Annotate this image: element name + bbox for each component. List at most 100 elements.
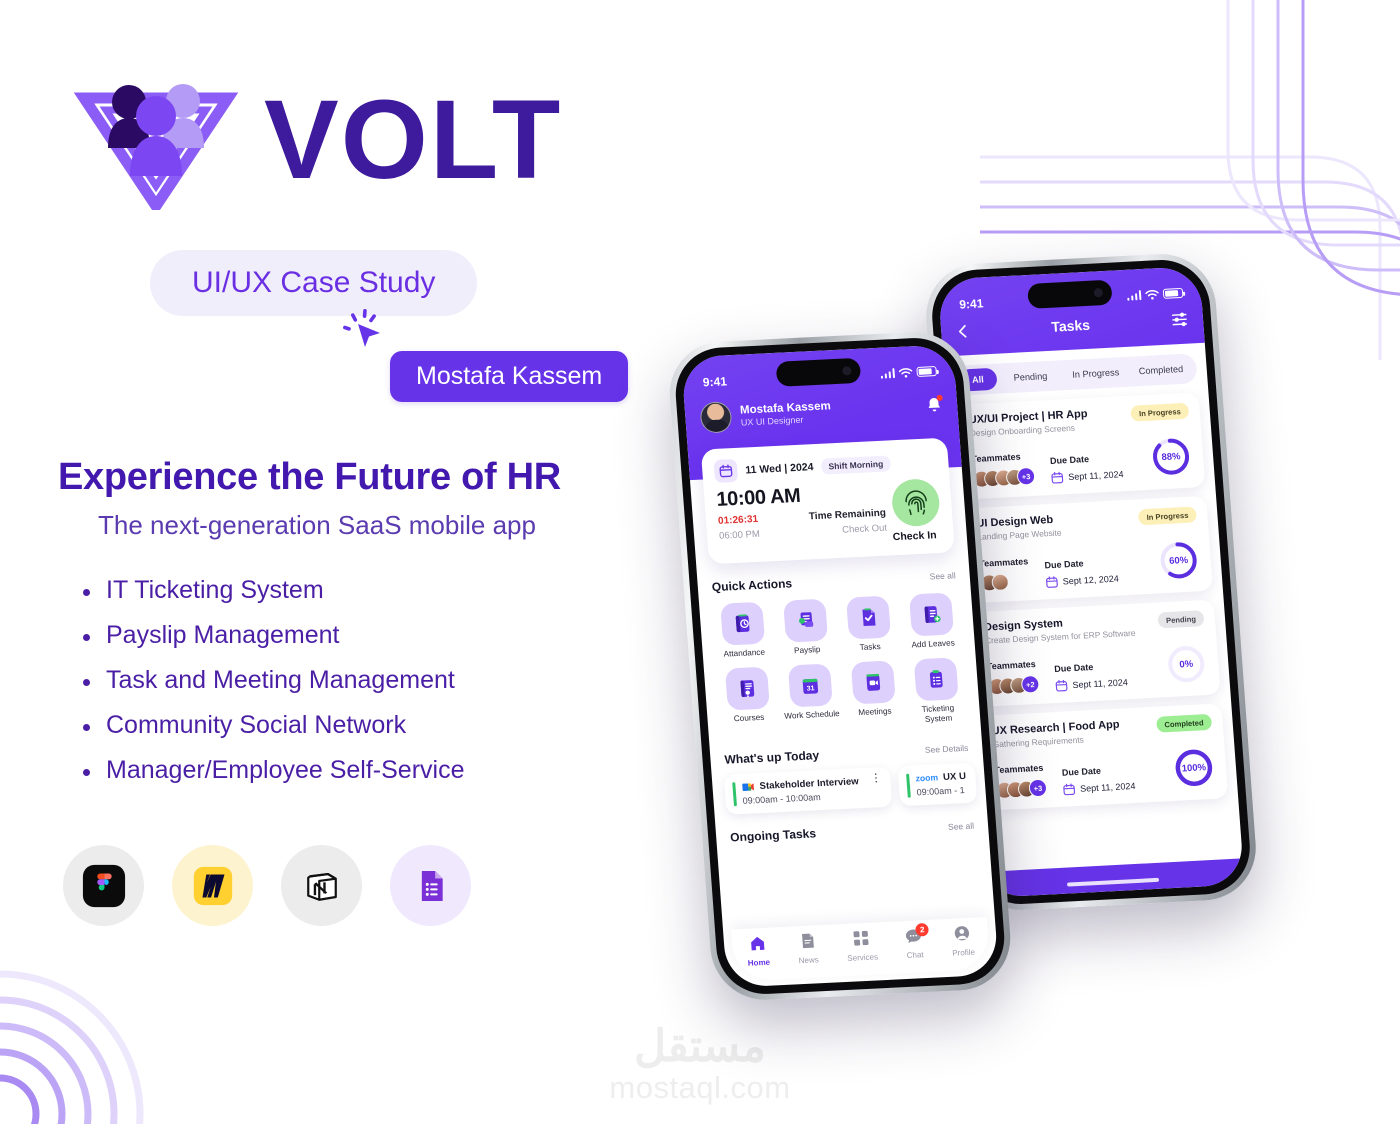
event-card[interactable]: zoom UX U 09:00am - 1 [897, 762, 977, 806]
time-remaining-label: Time Remaining [808, 507, 887, 523]
page-title: Experience the Future of HR [58, 456, 561, 498]
notifications-button[interactable] [925, 394, 943, 418]
tab-completed[interactable]: Completed [1129, 357, 1194, 382]
avatar-stack [980, 572, 1030, 592]
quick-action-label: Meetings [857, 706, 892, 717]
due-date-value: Sept 11, 2024 [1072, 677, 1129, 691]
due-date-value: Sept 11, 2024 [1079, 780, 1136, 794]
tab-pending[interactable]: Pending [998, 364, 1063, 389]
cellular-bars-icon [880, 368, 896, 379]
task-card[interactable]: Design System Create Design System for E… [971, 599, 1221, 708]
task-card[interactable]: UX/UI Project | HR App Design Onboarding… [956, 392, 1206, 500]
quick-action-meetings[interactable]: Meetings [842, 660, 906, 728]
notion-icon [281, 845, 362, 926]
poster-canvas: VOLT UI/UX Case Study Mostafa Kassem Exp… [0, 0, 1400, 1124]
nav-news[interactable]: News [797, 932, 819, 965]
ticket-clipboard-icon [913, 657, 959, 702]
dynamic-island [1027, 279, 1113, 309]
task-subtitle: Landing Page Website [977, 527, 1062, 542]
teammates-label: Teammates [971, 451, 1021, 465]
tab-in-progress[interactable]: In Progress [1063, 361, 1128, 386]
teammates-label: Teammates [979, 556, 1029, 569]
svg-text:31: 31 [806, 685, 814, 692]
event-accent-bar [906, 773, 911, 798]
news-icon [801, 933, 814, 949]
fingerprint-icon[interactable] [890, 478, 941, 528]
nav-profile[interactable]: Profile [950, 925, 975, 958]
chat-badge: 2 [915, 922, 930, 937]
clock-book-icon [719, 601, 765, 646]
tasks-filter-tabs: All Pending In Progress Completed [953, 353, 1198, 396]
event-time: 09:00am - 10:00am [742, 791, 821, 806]
avatar-stack: +3 [995, 778, 1048, 800]
nav-chat[interactable]: 2 Chat [905, 922, 930, 960]
battery-icon [1162, 287, 1184, 299]
quick-action-payslip[interactable]: Payslip [774, 598, 837, 657]
quick-action-tasks[interactable]: Tasks [837, 595, 900, 654]
progress-value: 60% [1168, 554, 1189, 567]
home-indicator [1066, 877, 1160, 887]
cellular-bars-icon [1126, 290, 1142, 301]
quick-action-ticketing-system[interactable]: Ticketing System [905, 657, 969, 725]
ongoing-see-all[interactable]: See all [948, 820, 975, 831]
due-date-label: Due Date [1061, 765, 1102, 778]
quick-action-work-schedule[interactable]: 31 Work Schedule [779, 663, 843, 731]
nav-label: Chat [906, 949, 924, 960]
progress-ring: 100% [1171, 746, 1216, 790]
progress-value: 88% [1161, 450, 1181, 463]
kebab-menu-icon[interactable]: ⋮ [870, 772, 882, 785]
teammates-label: Teammates [986, 659, 1037, 672]
dynamic-island [775, 357, 862, 387]
check-in-label: Check In [892, 529, 937, 544]
quick-actions-see-all[interactable]: See all [929, 570, 956, 581]
quick-action-attendance[interactable]: Attandance [711, 601, 774, 660]
quick-actions-grid: Attandance Payslip Tasks Add Leaves Cour… [698, 582, 980, 737]
due-date-value: Sept 11, 2024 [1067, 469, 1124, 483]
shift-badge: Shift Morning [820, 454, 891, 475]
quick-action-label: Payslip [793, 644, 821, 656]
extra-members-count: +3 [1016, 466, 1036, 486]
teammates-label: Teammates [994, 762, 1044, 776]
list-item: IT Ticketing System [78, 576, 465, 605]
status-badge: In Progress [1138, 506, 1197, 526]
calendar-31-icon: 31 [787, 663, 833, 708]
calendar-icon [1063, 783, 1076, 796]
wifi-icon [898, 367, 913, 378]
nav-services[interactable]: Services [845, 929, 878, 963]
quick-action-label: Tasks [859, 642, 881, 653]
list-item: Task and Meeting Management [78, 666, 465, 695]
event-time: 09:00am - 1 [916, 784, 965, 797]
watermark-latin: mostaql.com [609, 1070, 791, 1105]
task-card[interactable]: UI Design Web Landing Page Website In Pr… [964, 495, 1213, 604]
due-date-value: Sept 12, 2024 [1062, 573, 1120, 587]
quick-action-courses[interactable]: Courses [716, 666, 780, 734]
tasks-bottom-strip [980, 858, 1245, 899]
task-card[interactable]: UX Research | Food App Gathering Require… [979, 703, 1229, 811]
quick-action-label: Work Schedule [784, 708, 840, 721]
event-card[interactable]: Stakeholder Interview 09:00am - 10:00am … [723, 766, 893, 815]
event-accent-bar [732, 781, 737, 806]
add-leave-icon [908, 592, 954, 637]
quick-action-add-leaves[interactable]: Add Leaves [900, 592, 963, 651]
calendar-icon [1055, 679, 1068, 692]
calendar-icon [1051, 471, 1064, 484]
due-date-label: Due Date [1044, 558, 1084, 571]
avatar [699, 401, 733, 434]
grid-services-icon [853, 930, 869, 946]
phone-mockup-home: 9:41 Mostafa Kassem UX UI Designer 11 We… [665, 329, 1015, 1003]
battery-icon [916, 366, 938, 377]
filter-sliders-icon[interactable] [1169, 311, 1189, 329]
google-forms-icon [390, 845, 471, 926]
event-title: Stakeholder Interview [759, 775, 860, 792]
status-time: 9:41 [958, 296, 984, 312]
nav-home[interactable]: Home [746, 935, 770, 968]
progress-value: 100% [1181, 761, 1207, 774]
shift-date: 11 Wed | 2024 [744, 460, 814, 476]
event-title: UX U [942, 770, 967, 783]
progress-value: 0% [1178, 658, 1194, 670]
status-badge: Pending [1157, 610, 1205, 629]
see-details-link[interactable]: See Details [925, 742, 969, 754]
check-out-time: 06:00 PM [718, 528, 761, 542]
wifi-icon [1145, 289, 1159, 300]
courses-icon [724, 666, 770, 711]
